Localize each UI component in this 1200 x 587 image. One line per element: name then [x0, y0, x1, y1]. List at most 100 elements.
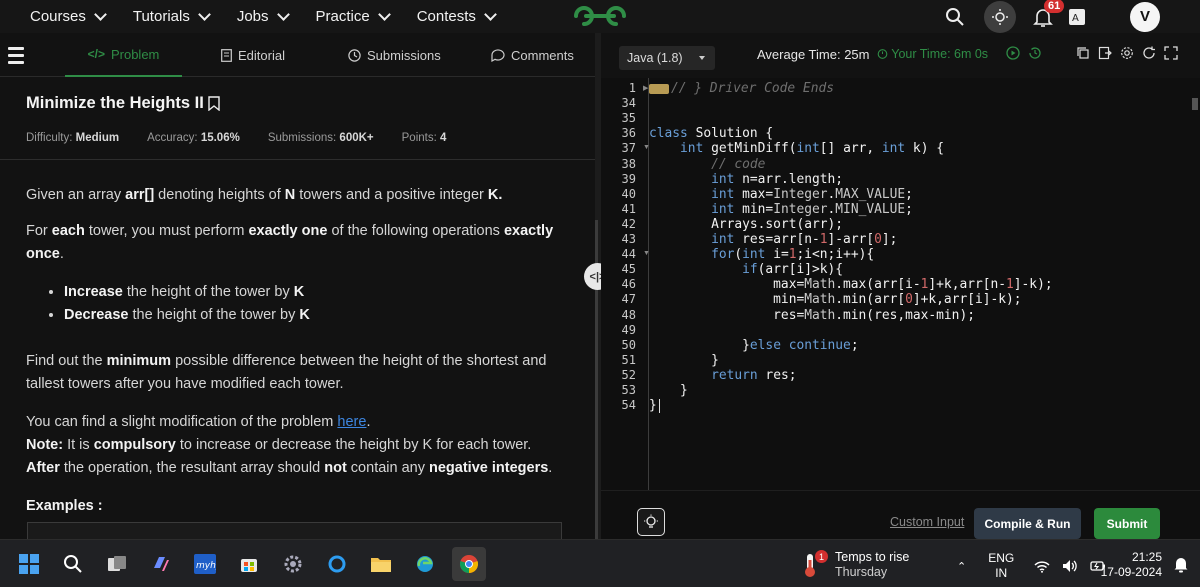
search-icon[interactable] [938, 2, 972, 32]
code-area[interactable]: 1 ▶ 34 35 36 37 ▼ 38 39 40 41 42 43 44 ▼ 45 46 47 48 49 50 51… [601, 78, 1200, 490]
language-select-value: Java (1.8) [627, 51, 683, 65]
submit-button[interactable]: Submit [1094, 508, 1160, 539]
gfg-logo[interactable] [570, 2, 630, 30]
nav-practice[interactable]: Practice [302, 0, 403, 33]
nav-courses[interactable]: Courses [0, 0, 119, 33]
wifi-icon[interactable] [1034, 560, 1050, 573]
lightbulb-icon[interactable] [637, 508, 665, 536]
code-line[interactable]: res=Math.min(res,max-min); [649, 308, 975, 323]
your-time-text: Your Time: 6m 0s [891, 47, 989, 61]
code-line[interactable]: max=Math.max(arr[i-1]+k,arr[n-1]-k); [649, 277, 1052, 292]
clock-time: 21:25 [1131, 550, 1162, 564]
problem-title: Minimize the Heights II [26, 94, 569, 113]
copy-icon[interactable] [1076, 46, 1090, 60]
here-link[interactable]: here [337, 414, 366, 430]
notification-button[interactable]: 61 [1026, 0, 1065, 32]
code-line[interactable]: Arrays.sort(arr); [649, 217, 843, 232]
reset-icon[interactable] [1142, 46, 1156, 60]
system-tray: ⌃ ENG IN [957, 551, 1106, 581]
tab-problem[interactable]: </> Problem [65, 33, 182, 77]
theme-toggle-button[interactable] [984, 0, 1016, 33]
language-select[interactable]: Java (1.8) [619, 46, 715, 70]
code-line[interactable]: return res; [649, 368, 796, 383]
code-editor-panel: Java (1.8) Average Time: 25m Your Time: … [601, 33, 1200, 539]
file-explorer-icon[interactable] [364, 547, 398, 581]
myhp-icon[interactable]: myhp [188, 547, 222, 581]
line-number: 37 [621, 141, 636, 156]
nav-jobs[interactable]: Jobs [223, 0, 302, 33]
volume-icon[interactable] [1062, 559, 1078, 573]
problem-panel: </> Problem Editorial Submissions Commen… [0, 33, 595, 539]
custom-input-link[interactable]: Custom Input [890, 515, 964, 529]
nav-contests[interactable]: Contests [403, 0, 509, 33]
tab-submissions[interactable]: Submissions [348, 33, 441, 77]
chevron-up-icon[interactable]: ⌃ [957, 560, 966, 573]
menu-icon[interactable] [8, 47, 24, 68]
avatar[interactable]: V [1130, 1, 1160, 32]
notification-bell-icon[interactable] [1173, 555, 1189, 573]
accuracy: Accuracy: 15.06% [147, 132, 240, 144]
weather-widget[interactable]: 1 Temps to rise Thursday [803, 550, 909, 580]
problem-statement-1: Given an array arr[] denoting heights of… [26, 187, 503, 203]
cortana-icon[interactable] [320, 547, 354, 581]
code-line[interactable]: int min=Integer.MIN_VALUE; [649, 202, 913, 217]
comment-icon [491, 48, 505, 62]
code-line[interactable]: for(int i=1;i<n;i++){ [649, 247, 874, 262]
scrollbar-thumb[interactable] [1192, 98, 1198, 110]
history-icon[interactable] [1028, 46, 1042, 60]
task-view-icon[interactable] [100, 547, 134, 581]
code-line[interactable]: // } Driver Code Ends [649, 81, 834, 96]
search-icon[interactable] [56, 547, 90, 581]
code-line[interactable]: int max=Integer.MAX_VALUE; [649, 187, 913, 202]
editor-toolbar: Java (1.8) Average Time: 25m Your Time: … [601, 33, 1200, 78]
clock-icon [348, 48, 361, 62]
code-line[interactable]: int getMinDiff(int[] arr, int k) { [649, 141, 944, 156]
export-icon[interactable] [1098, 46, 1112, 60]
problem-title-text: Minimize the Heights II [26, 94, 204, 112]
code-line[interactable]: class Solution { [649, 126, 773, 141]
line-number: 48 [621, 307, 636, 322]
tab-comments[interactable]: Comments [491, 33, 574, 77]
editor-actions [1006, 46, 1178, 60]
document-icon [221, 48, 232, 62]
code-line[interactable]: } [649, 383, 688, 398]
code-line[interactable]: } [649, 398, 660, 413]
nav-tutorials-label: Tutorials [132, 8, 190, 25]
problem-statement-3: Find out the minimum possible difference… [26, 353, 547, 392]
bookmark-icon[interactable] [208, 96, 220, 111]
nav-tutorials[interactable]: Tutorials [119, 0, 223, 33]
settings-gear-icon[interactable] [276, 547, 310, 581]
windows-start-icon[interactable] [12, 547, 46, 581]
code-line[interactable]: }else continue; [649, 338, 858, 353]
edge-icon[interactable] [408, 547, 442, 581]
code-line[interactable]: min=Math.min(arr[0]+k,arr[i]-k); [649, 292, 1021, 307]
folded-code-marker[interactable] [649, 83, 669, 94]
line-number: 51 [621, 352, 636, 367]
code-line[interactable]: int n=arr.length; [649, 172, 843, 187]
tab-editorial[interactable]: Editorial [221, 33, 285, 77]
list-item: Increase the height of the tower by K [64, 281, 569, 304]
code-line[interactable]: if(arr[i]>k){ [649, 262, 843, 277]
clock[interactable]: 21:25 17-09-2024 [1100, 550, 1162, 580]
clock-date: 17-09-2024 [1100, 565, 1162, 579]
code-line[interactable]: // code [649, 157, 765, 172]
editor-scrollbar[interactable] [1190, 98, 1200, 490]
play-icon[interactable] [1006, 46, 1020, 60]
fullscreen-icon[interactable] [1164, 46, 1178, 60]
copilot-icon[interactable] [144, 547, 178, 581]
language-indicator[interactable]: ENG IN [988, 551, 1014, 581]
problem-statement-2: For each tower, you must perform exactly… [26, 223, 554, 262]
chevron-down-icon [484, 8, 497, 21]
fold-arrow-icon[interactable]: ▶ [643, 84, 648, 92]
store-icon[interactable] [232, 547, 266, 581]
line-number: 47 [621, 292, 636, 307]
compile-run-button[interactable]: Compile & Run [974, 508, 1081, 539]
list-item: Decrease the height of the tower by K [64, 304, 569, 327]
chrome-icon[interactable] [452, 547, 486, 581]
code-line[interactable]: int res=arr[n-1]-arr[0]; [649, 232, 897, 247]
line-number: 39 [621, 171, 636, 186]
settings-icon[interactable] [1120, 46, 1134, 60]
translate-icon[interactable]: A [1060, 2, 1094, 32]
average-time: Average Time: 25m [757, 47, 870, 62]
code-line[interactable]: } [649, 353, 719, 368]
